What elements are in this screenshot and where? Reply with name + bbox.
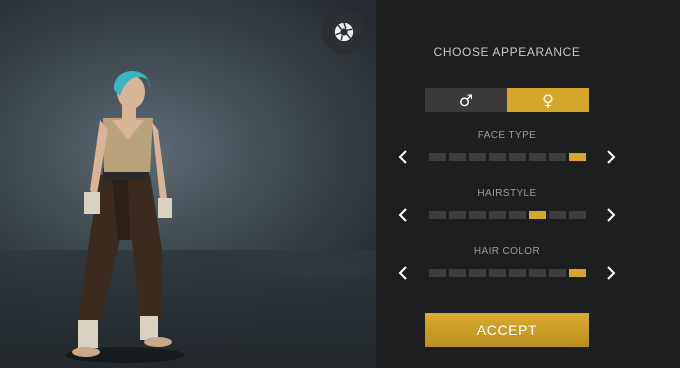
selector-segment[interactable] [469, 153, 486, 161]
selector-segment[interactable] [529, 153, 546, 161]
face-type-prev-button[interactable] [395, 149, 411, 165]
selector-segment[interactable] [489, 269, 506, 277]
selector-segment[interactable] [469, 211, 486, 219]
panel-title: CHOOSE APPEARANCE [433, 45, 581, 59]
selector-segment[interactable] [569, 153, 586, 161]
selector-segment[interactable] [449, 153, 466, 161]
selector-segment[interactable] [569, 211, 586, 219]
appearance-panel: CHOOSE APPEARANCE ♂ ♀ FACE TYPE HAIRSTYL… [376, 0, 680, 368]
accept-button[interactable]: ACCEPT [425, 313, 589, 347]
face-type-selector [429, 153, 586, 161]
aperture-icon [333, 21, 355, 43]
face-type-label: FACE TYPE [477, 130, 537, 141]
selector-segment[interactable] [549, 211, 566, 219]
selector-segment[interactable] [509, 269, 526, 277]
character-model [65, 70, 185, 363]
selector-segment[interactable] [469, 269, 486, 277]
hair-color-selector [429, 269, 586, 277]
selector-segment[interactable] [509, 153, 526, 161]
male-symbol-icon: ♂ [458, 90, 474, 110]
gender-toggle: ♂ ♀ [425, 88, 589, 112]
selector-segment[interactable] [489, 153, 506, 161]
chevron-right-icon [607, 150, 616, 164]
selector-segment[interactable] [569, 269, 586, 277]
hairstyle-prev-button[interactable] [395, 207, 411, 223]
accept-label: ACCEPT [476, 322, 538, 338]
selector-segment[interactable] [429, 153, 446, 161]
chevron-left-icon [398, 266, 407, 280]
selector-segment[interactable] [529, 211, 546, 219]
selector-segment[interactable] [509, 211, 526, 219]
female-symbol-icon: ♀ [542, 90, 554, 110]
hairstyle-label: HAIRSTYLE [477, 188, 537, 199]
hair-color-prev-button[interactable] [395, 265, 411, 281]
camera-button[interactable] [322, 10, 366, 54]
character-preview[interactable] [0, 0, 376, 368]
chevron-right-icon [607, 266, 616, 280]
selector-segment[interactable] [549, 153, 566, 161]
hairstyle-next-button[interactable] [603, 207, 619, 223]
face-type-next-button[interactable] [603, 149, 619, 165]
chevron-left-icon [398, 208, 407, 222]
selector-segment[interactable] [529, 269, 546, 277]
selector-segment[interactable] [489, 211, 506, 219]
selector-segment[interactable] [429, 269, 446, 277]
hair-color-label: HAIR COLOR [473, 246, 541, 257]
hairstyle-selector [429, 211, 586, 219]
gender-male-button[interactable]: ♂ [425, 88, 507, 112]
selector-segment[interactable] [549, 269, 566, 277]
selector-segment[interactable] [449, 211, 466, 219]
selector-segment[interactable] [449, 269, 466, 277]
chevron-left-icon [398, 150, 407, 164]
gender-female-button[interactable]: ♀ [507, 88, 589, 112]
chevron-right-icon [607, 208, 616, 222]
selector-segment[interactable] [429, 211, 446, 219]
hair-color-next-button[interactable] [603, 265, 619, 281]
